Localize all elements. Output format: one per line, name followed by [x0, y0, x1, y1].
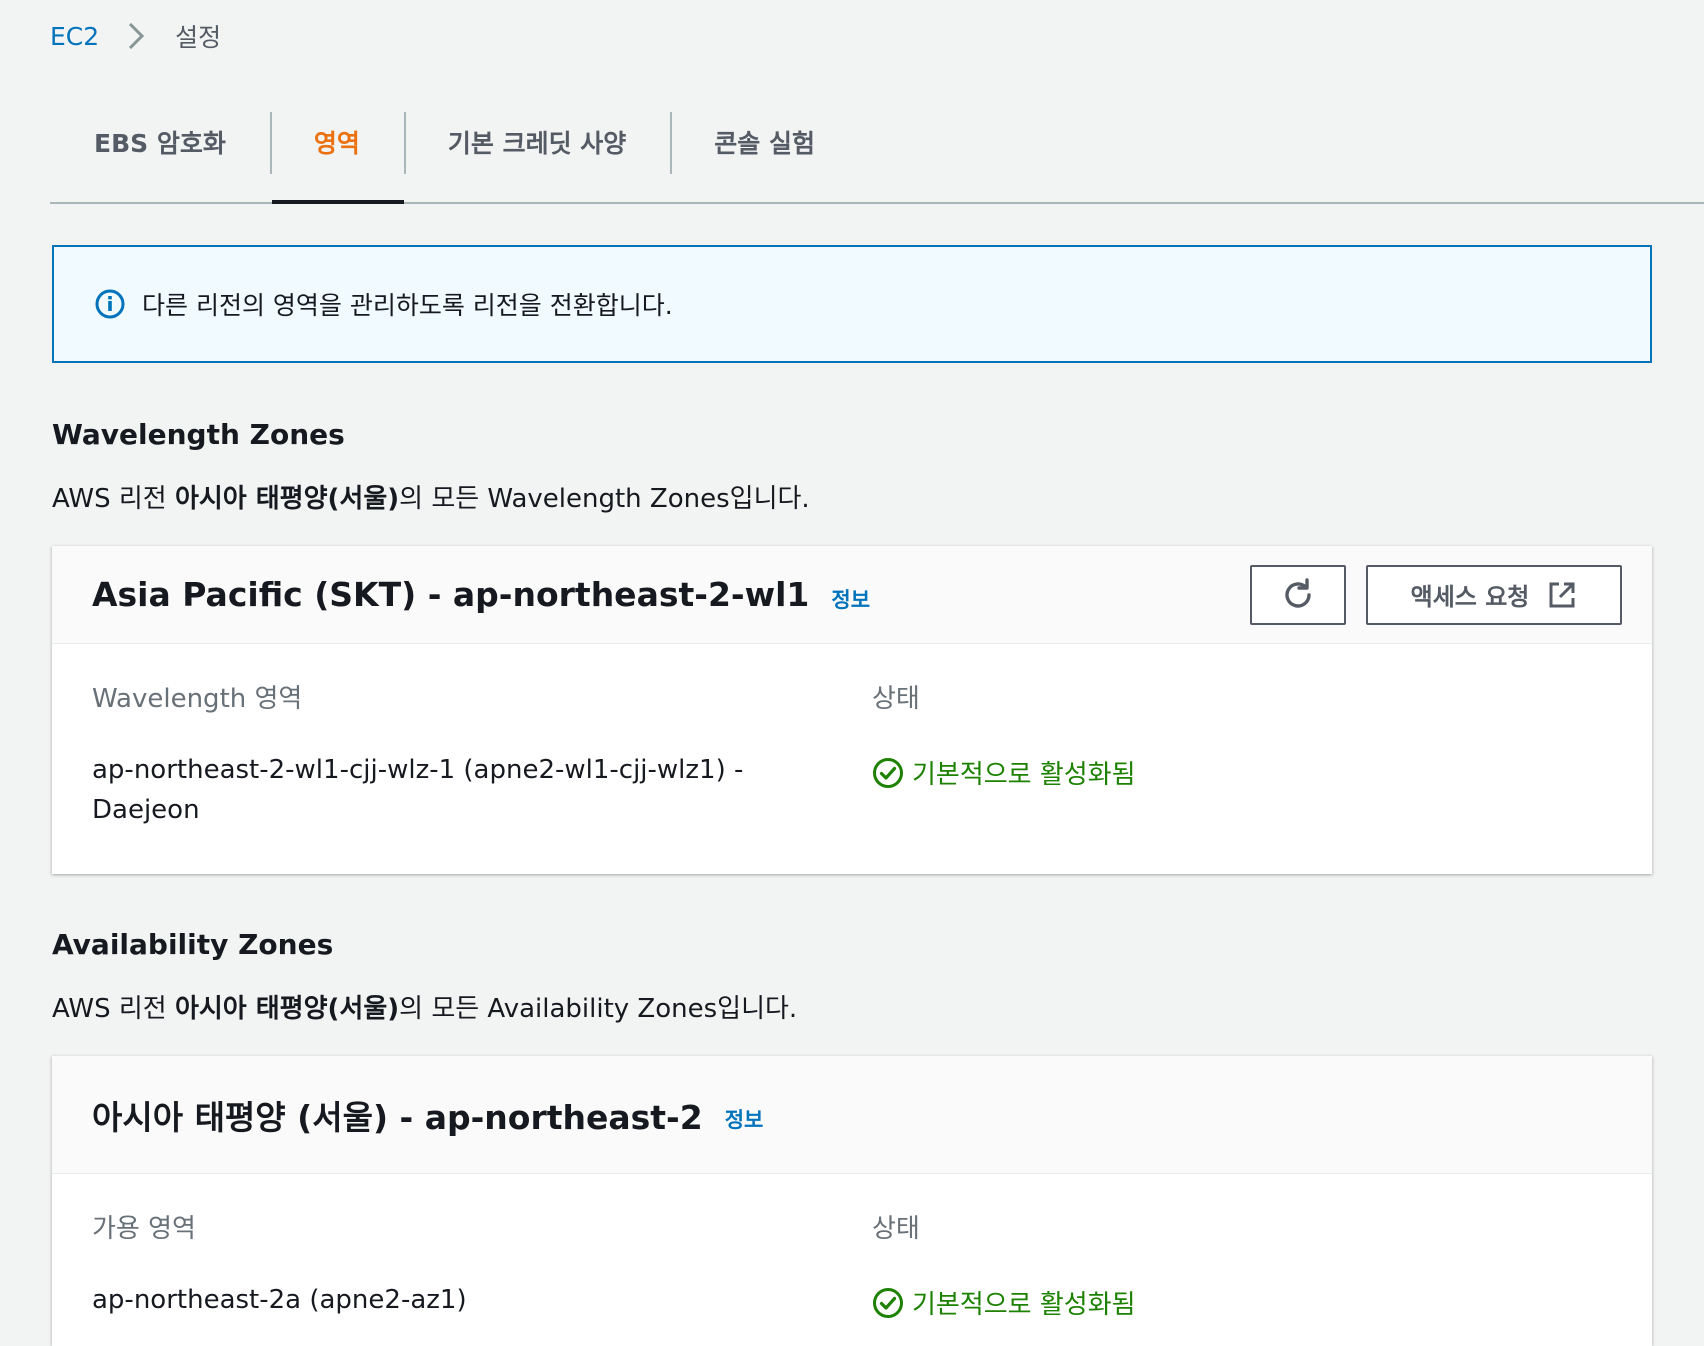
status-text: 기본적으로 활성화됨 — [912, 1290, 1136, 1320]
tab-label: 기본 크레딧 사양 — [447, 129, 627, 158]
desc-region: 아시아 태평양(서울) — [174, 994, 400, 1024]
availability-card-header: 아시아 태평양 (서울) - ap-northeast-2 정보 — [52, 1056, 1652, 1174]
tab-default-credit[interactable]: 기본 크레딧 사양 — [403, 112, 670, 202]
tab-console-experiments[interactable]: 콘솔 실험 — [670, 112, 859, 202]
breadcrumb-current: 설정 — [175, 23, 222, 52]
availability-section-title: Availability Zones — [52, 928, 334, 961]
wavelength-section-title: Wavelength Zones — [52, 418, 345, 451]
availability-card: 아시아 태평양 (서울) - ap-northeast-2 정보 가용 영역 상… — [52, 1056, 1652, 1346]
breadcrumb: EC2 설정 — [50, 18, 221, 54]
refresh-icon — [1280, 577, 1316, 613]
availability-zone-value: ap-northeast-2a (apne2-az1) — [92, 1285, 467, 1315]
info-icon — [94, 288, 126, 320]
availability-card-title: 아시아 태평양 (서울) - ap-northeast-2 — [92, 1097, 703, 1137]
availability-info-link[interactable]: 정보 — [725, 1104, 764, 1134]
desc-suffix: 의 모든 Wavelength Zones입니다. — [399, 484, 810, 514]
desc-region: 아시아 태평양(서울) — [174, 484, 400, 514]
availability-card-body: 가용 영역 상태 ap-northeast-2a (apne2-az1) 기본적… — [52, 1174, 1652, 1346]
status-text: 기본적으로 활성화됨 — [912, 760, 1136, 790]
wavelength-card-body: Wavelength 영역 상태 ap-northeast-2-wl1-cjj-… — [52, 644, 1652, 874]
availability-section-desc: AWS 리전 아시아 태평양(서울)의 모든 Availability Zone… — [52, 988, 797, 1025]
tab-zones[interactable]: 영역 — [269, 112, 404, 204]
header-actions: 액세스 요청 — [1250, 564, 1622, 625]
breadcrumb-ec2-link[interactable]: EC2 — [50, 22, 99, 51]
status-label: 상태 — [872, 684, 920, 714]
wavelength-zone-value: ap-northeast-2-wl1-cjj-wlz-1 (apne2-wl1-… — [92, 750, 743, 830]
wavelength-info-link[interactable]: 정보 — [831, 584, 870, 614]
alert-text: 다른 리전의 영역을 관리하도록 리전을 전환합니다. — [142, 291, 673, 320]
external-link-icon — [1547, 580, 1577, 610]
info-alert: 다른 리전의 영역을 관리하도록 리전을 전환합니다. — [52, 245, 1652, 363]
request-access-label: 액세스 요청 — [1410, 583, 1530, 611]
page: EC2 설정 EBS 암호화 영역 기본 크레딧 사양 콘솔 실험 다른 리전의 — [0, 0, 1704, 1346]
desc-suffix: 의 모든 Availability Zones입니다. — [399, 994, 798, 1024]
zone-status: 기본적으로 활성화됨 — [872, 1284, 1136, 1321]
wavelength-zone-label: Wavelength 영역 — [92, 684, 303, 714]
tab-label: 콘솔 실험 — [714, 129, 815, 158]
status-success-icon — [872, 757, 904, 789]
desc-prefix: AWS 리전 — [52, 994, 175, 1024]
availability-zone-label: 가용 영역 — [92, 1214, 196, 1244]
zone-line: Daejeon — [92, 795, 200, 825]
wavelength-card-title: Asia Pacific (SKT) - ap-northeast-2-wl1 — [92, 575, 810, 614]
tab-ebs-encryption[interactable]: EBS 암호화 — [50, 112, 270, 202]
zone-status: 기본적으로 활성화됨 — [872, 754, 1136, 791]
refresh-button[interactable] — [1250, 564, 1346, 625]
tab-label: EBS 암호화 — [94, 129, 226, 158]
wavelength-card: Asia Pacific (SKT) - ap-northeast-2-wl1 … — [52, 546, 1652, 874]
desc-prefix: AWS 리전 — [52, 484, 175, 514]
wavelength-section-desc: AWS 리전 아시아 태평양(서울)의 모든 Wavelength Zones입… — [52, 478, 810, 515]
status-label: 상태 — [872, 1214, 920, 1244]
status-success-icon — [872, 1287, 904, 1319]
tab-label: 영역 — [313, 129, 360, 158]
wavelength-card-header: Asia Pacific (SKT) - ap-northeast-2-wl1 … — [52, 546, 1652, 644]
request-access-button[interactable]: 액세스 요청 — [1366, 564, 1622, 625]
chevron-right-icon — [127, 22, 145, 50]
tab-bar: EBS 암호화 영역 기본 크레딧 사양 콘솔 실험 — [50, 112, 1704, 204]
zone-line: ap-northeast-2-wl1-cjj-wlz-1 (apne2-wl1-… — [92, 755, 744, 785]
